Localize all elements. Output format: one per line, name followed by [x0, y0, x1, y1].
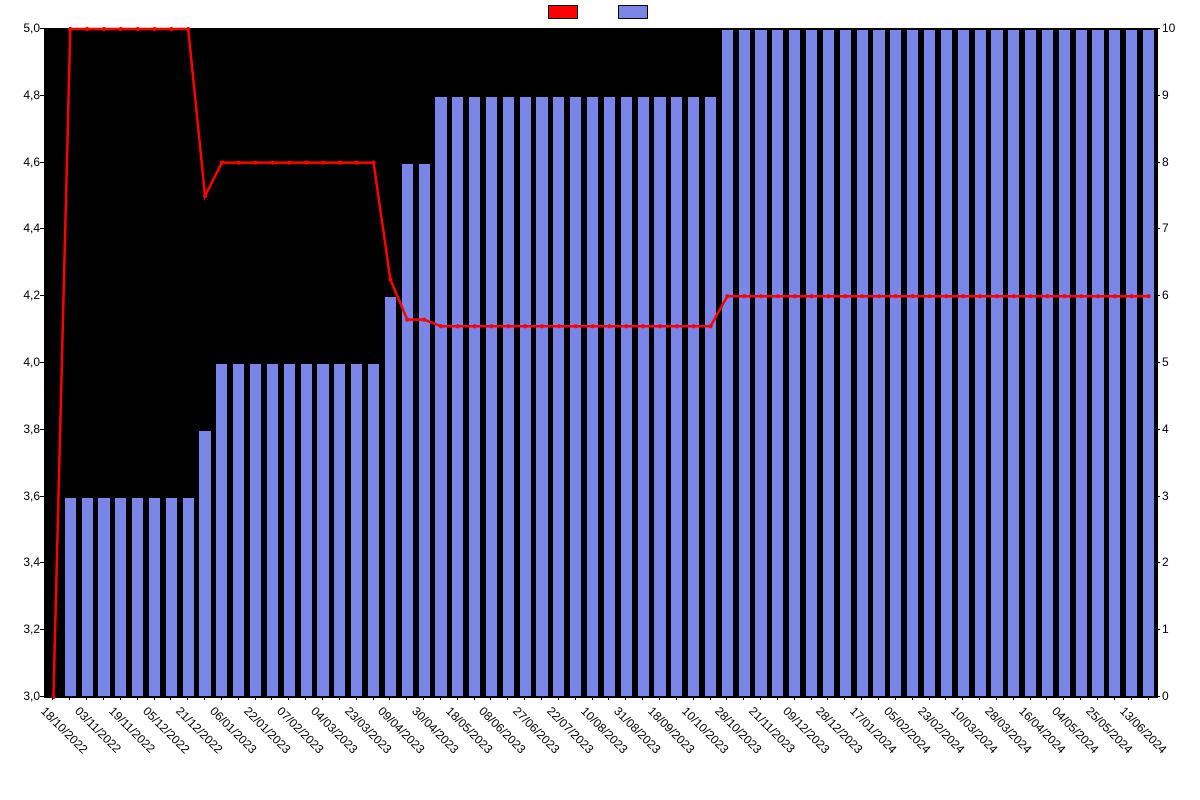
tick-left: 3,0 [4, 689, 40, 703]
tick-right: 4 [1162, 422, 1198, 436]
tick-right: 2 [1162, 555, 1198, 569]
tick-right: 0 [1162, 689, 1198, 703]
tick-left: 3,4 [4, 555, 40, 569]
tick-left: 4,2 [4, 288, 40, 302]
tick-right: 5 [1162, 355, 1198, 369]
tick-right: 9 [1162, 88, 1198, 102]
tick-left: 3,2 [4, 622, 40, 636]
tick-left: 4,6 [4, 155, 40, 169]
legend-item-bar [618, 5, 652, 19]
tick-right: 1 [1162, 622, 1198, 636]
tick-right: 3 [1162, 489, 1198, 503]
tick-right: 6 [1162, 288, 1198, 302]
tick-left: 3,6 [4, 489, 40, 503]
legend-swatch-line [548, 5, 578, 19]
tick-left: 5,0 [4, 21, 40, 35]
tick-left: 4,4 [4, 221, 40, 235]
tick-right: 7 [1162, 221, 1198, 235]
legend-swatch-bar [618, 5, 648, 19]
line-series [45, 29, 1157, 697]
tick-left: 3,8 [4, 422, 40, 436]
chart-container: 3,0 3,2 3,4 3,6 3,8 4,0 4,2 4,4 4,6 4,8 5,0 0 1 2 3 4 5… [0, 0, 1200, 800]
tick-right: 8 [1162, 155, 1198, 169]
legend [0, 0, 1200, 24]
tick-left: 4,8 [4, 88, 40, 102]
tick-right: 10 [1162, 21, 1198, 35]
legend-item-line [548, 5, 582, 19]
plot-area [44, 28, 1158, 698]
tick-left: 4,0 [4, 355, 40, 369]
